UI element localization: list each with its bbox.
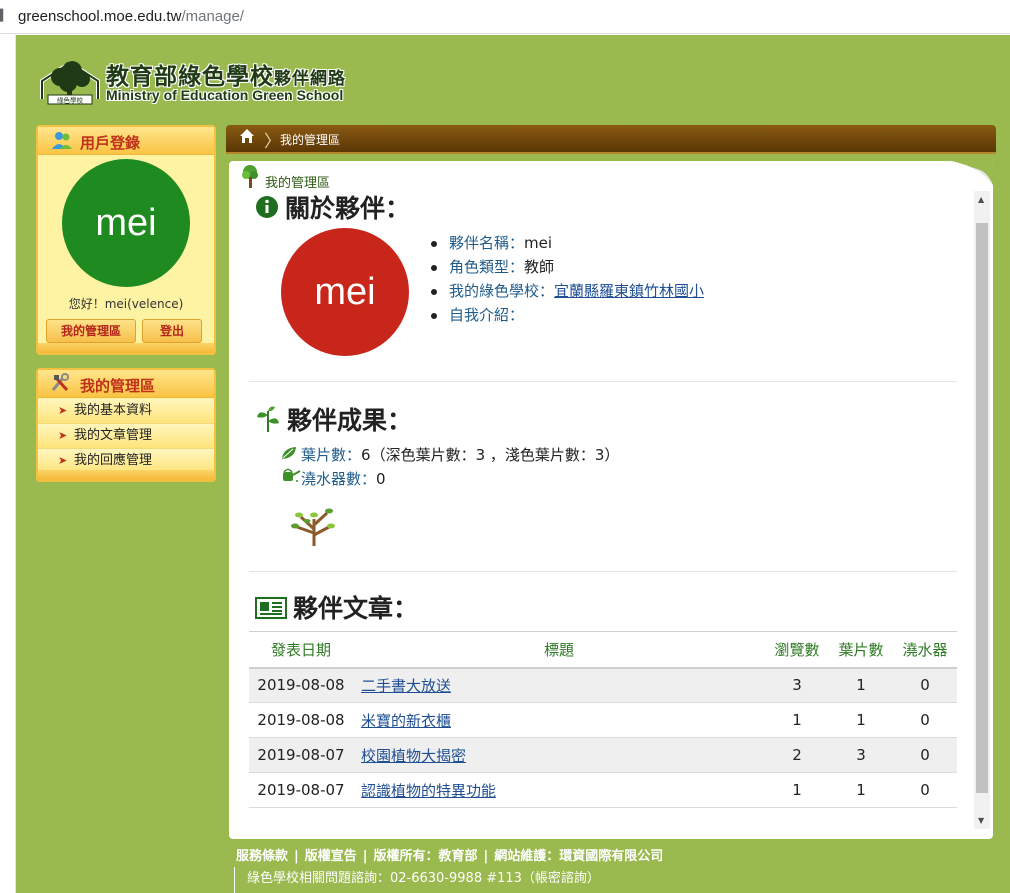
table-row: 2019-08-08 二手書大放送 3 1 0 [249, 667, 957, 703]
achievements-heading: 夥伴成果： [255, 401, 412, 439]
footer-links: 服務條款 | 版權宣告 | 版權所有：教育部 | 網站維護：環資國際有限公司 [236, 849, 664, 864]
user-avatar-large: mei [281, 228, 409, 356]
article-link[interactable]: 米寶的新衣櫃 [361, 712, 451, 730]
user-greeting: 您好！mei(velence) [68, 297, 184, 311]
left-blank-strip [0, 35, 16, 893]
home-icon[interactable] [238, 128, 256, 148]
scroll-down-icon[interactable]: ▼ [978, 816, 984, 825]
plant-icon [255, 405, 281, 439]
tree-icon [242, 165, 258, 188]
green-school-tree-icon: 綠色學校 [40, 60, 100, 105]
browser-url-bar[interactable]: ▍ greenschool.moe.edu.tw/manage/ [0, 0, 1010, 34]
lock-icon: ▍ [0, 9, 9, 22]
footer-maintainer: 網站維護：環資國際有限公司 [494, 849, 664, 864]
site-footer: 服務條款 | 版權宣告 | 版權所有：教育部 | 網站維護：環資國際有限公司 綠色學校相關問… [226, 841, 1010, 893]
info-school: 我的綠色學校：宜蘭縣羅東鎮竹林國小 [429, 279, 704, 303]
leaves-count: 葉片數：6（深色葉片數：3 ，淺色葉片數：3） [281, 444, 619, 465]
arrow-right-icon: ➤ [58, 429, 68, 442]
menu-item-articles[interactable]: ➤ 我的文章管理 [38, 424, 214, 449]
manage-box-header: 我的管理區 [38, 370, 214, 398]
logo-badge-text: 綠色學校 [57, 96, 84, 105]
table-header-row: 發表日期 標題 瀏覽數 葉片數 澆水器 [249, 631, 957, 669]
leaf-icon [281, 446, 301, 464]
table-row: 2019-08-08 米寶的新衣櫃 1 1 0 [249, 702, 957, 738]
scroll-up-icon[interactable]: ▲ [978, 195, 984, 204]
breadcrumb: 〉 我的管理區 [226, 125, 996, 152]
footer-copyright-owner: 版權所有：教育部 [373, 849, 478, 864]
partner-info-list: 夥伴名稱：mei 角色類型：教師 我的綠色學校：宜蘭縣羅東鎮竹林國小 自我介紹： [429, 231, 704, 327]
login-box-footer [38, 343, 214, 353]
footer-contact: 綠色學校相關問題諮詢：02-6630-9988 #113（帳密諮詢） [234, 867, 600, 893]
info-icon [255, 195, 279, 225]
user-avatar-small: mei [62, 159, 190, 287]
arrow-right-icon: ➤ [58, 404, 68, 417]
logo-chinese-title: 教育部綠色學校夥伴網路 [106, 64, 346, 90]
manage-box-footer [38, 470, 214, 480]
article-link[interactable]: 二手書大放送 [361, 677, 451, 695]
manage-menu-box: 我的管理區 ➤ 我的基本資料 ➤ 我的文章管理 ➤ 我的回應管理 [36, 368, 216, 482]
logo-english-title: Ministry of Education Green School [106, 87, 344, 103]
watering-can-count: 澆水器數：0 [281, 468, 386, 489]
scroll-thumb[interactable] [976, 223, 988, 793]
my-manage-button[interactable]: 我的管理區 [46, 319, 136, 343]
info-role: 角色類型：教師 [429, 255, 704, 279]
login-box-header: 用戶登錄 [38, 127, 214, 155]
column-header-title[interactable]: 標題 [353, 631, 765, 669]
watering-can-icon [281, 468, 301, 488]
info-name: 夥伴名稱：mei [429, 231, 704, 255]
article-link[interactable]: 認識植物的特異功能 [361, 782, 496, 800]
logout-button[interactable]: 登出 [142, 319, 202, 343]
column-header-water[interactable]: 澆水器 [893, 631, 957, 669]
table-row: 2019-08-07 校園植物大揭密 2 3 0 [249, 737, 957, 773]
column-header-leaves[interactable]: 葉片數 [829, 631, 893, 669]
login-box-title: 用戶登錄 [80, 134, 141, 152]
article-link[interactable]: 校園植物大揭密 [361, 747, 466, 765]
url-text[interactable]: greenschool.moe.edu.tw/manage/ [18, 8, 244, 25]
main-panel: 我的管理區 關於夥伴： mei 夥伴名稱：mei 角色類型：教師 我的綠色學校：… [229, 161, 993, 839]
manage-box-title: 我的管理區 [80, 377, 156, 395]
school-link[interactable]: 宜蘭縣羅東鎮竹林國小 [554, 282, 704, 300]
divider [249, 381, 957, 382]
column-header-views[interactable]: 瀏覽數 [765, 631, 829, 669]
tools-icon [50, 373, 72, 398]
divider [249, 571, 957, 572]
about-heading: 關於夥伴： [255, 189, 410, 225]
menu-item-profile[interactable]: ➤ 我的基本資料 [38, 399, 214, 424]
footer-link-terms[interactable]: 服務條款 [236, 849, 288, 864]
users-icon [50, 130, 74, 155]
growth-tree-icon [291, 508, 335, 546]
user-login-box: 用戶登錄 mei 您好！mei(velence) 我的管理區 登出 [36, 125, 216, 355]
info-intro: 自我介紹： [429, 303, 704, 327]
newspaper-icon [255, 596, 287, 625]
site-logo[interactable]: 綠色學校 教育部綠色學校夥伴網路 Ministry of Education G… [38, 55, 358, 109]
articles-heading: 夥伴文章： [255, 589, 418, 625]
page-curl-decoration [951, 161, 993, 185]
panel-scrollbar[interactable]: ▲ ▼ [974, 191, 990, 829]
footer-link-copyright-notice[interactable]: 版權宣告 [305, 849, 357, 864]
articles-table: 發表日期 標題 瀏覽數 葉片數 澆水器 2019-08-08 二手書大放送 3 … [249, 631, 957, 808]
column-header-date[interactable]: 發表日期 [249, 631, 353, 669]
table-row: 2019-08-07 認識植物的特異功能 1 1 0 [249, 772, 957, 808]
breadcrumb-current: 我的管理區 [280, 133, 341, 147]
breadcrumb-separator-icon: 〉 [264, 132, 281, 152]
